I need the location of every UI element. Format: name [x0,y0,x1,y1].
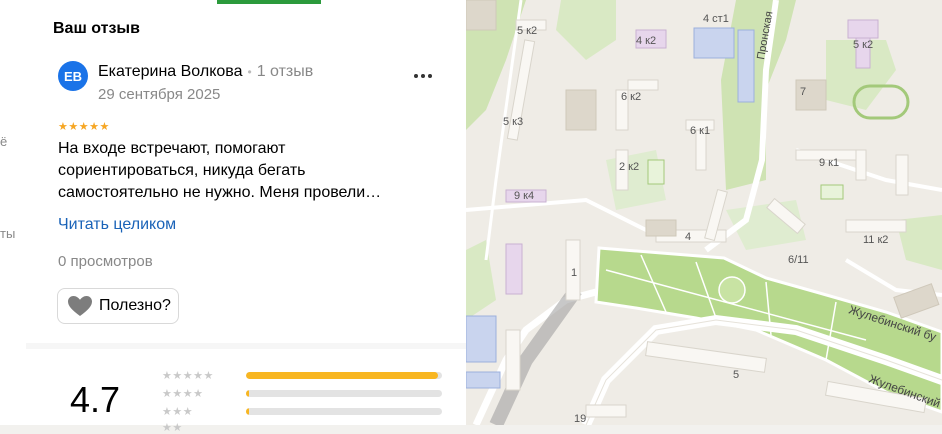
read-more-link[interactable]: Читать целиком [58,216,176,234]
map-building-label: 5 к2 [853,39,873,51]
map-building-label: 4 к2 [636,35,656,47]
helpful-label: Полезно? [99,297,171,314]
map-building-label: 5 к3 [503,116,523,128]
rating-summary-card: 4.7 ★★★★★ ★★★★ ★★★ ★★ [26,349,466,434]
map-building-label: 2 к2 [619,161,639,173]
sidebar-text-fragment: ё [0,134,8,149]
dot-icon [428,74,432,78]
helpful-button[interactable]: Полезно? [57,288,179,324]
sidebar-text-fragment: ты [0,226,16,241]
map-building-label: 5 [733,369,739,381]
map-building-label: 9 к1 [819,157,839,169]
map-building-label: 4 [685,231,691,243]
avatar-initials: ЕВ [63,68,83,84]
rating-row-5-stars: ★★★★★ [162,370,214,382]
left-sidebar-strip: ё ты [0,0,27,425]
avatar[interactable]: ЕВ [58,61,88,91]
map-building-label: 19 [574,413,586,425]
review-date: 29 сентября 2025 [98,86,221,103]
map-building-label: 6/11 [788,254,809,266]
separator-dot: • [247,65,252,79]
map-view[interactable]: 5 к2 4 ст1 4 к2 5 к2 7 5 к3 6 к2 6 к1 9 … [466,0,942,425]
views-count: 0 просмотров [58,253,153,270]
map-building-label: 1 [571,267,577,279]
map-building-label: 4 ст1 [703,13,729,25]
rating-bar-fill [246,390,249,397]
active-tab-indicator [217,0,321,4]
review-author: Екатерина Волкова • 1 отзыв [98,63,313,81]
rating-row-4-stars: ★★★★ [162,388,204,400]
dot-icon [421,74,425,78]
average-rating: 4.7 [70,379,121,420]
map-building-label: 6 к1 [690,125,710,137]
review-stars: ★★★★★ [58,121,110,133]
rating-bar-3 [246,408,442,415]
more-options-button[interactable] [410,63,436,89]
rating-bar-5 [246,372,442,379]
review-text: На входе встречают, помогают сориентиров… [58,140,382,201]
my-review-card: Ваш отзыв ЕВ Екатерина Волкова • 1 отзыв 2… [26,0,466,343]
rating-row-2-stars: ★★ [162,422,183,434]
author-review-count: 1 отзыв [256,63,314,80]
map-building-label: 9 к4 [514,190,534,202]
section-title: Ваш отзыв [53,20,140,37]
author-name[interactable]: Екатерина Волкова [98,63,242,80]
rating-bar-fill [246,372,439,379]
map-building-label: 7 [800,86,806,98]
map-canvas[interactable]: 5 к2 4 ст1 4 к2 5 к2 7 5 к3 6 к2 6 к1 9 … [466,0,942,425]
map-building-label: 6 к2 [621,91,641,103]
heart-icon [68,296,92,316]
place-panel: Ваш отзыв ЕВ Екатерина Волкова • 1 отзыв 2… [26,0,466,434]
rating-bar-4 [246,390,442,397]
map-building-label: 5 к2 [517,25,537,37]
rating-bar-fill [246,408,249,415]
map-building-label: 11 к2 [863,234,888,246]
dot-icon [414,74,418,78]
rating-row-3-stars: ★★★ [162,406,194,418]
